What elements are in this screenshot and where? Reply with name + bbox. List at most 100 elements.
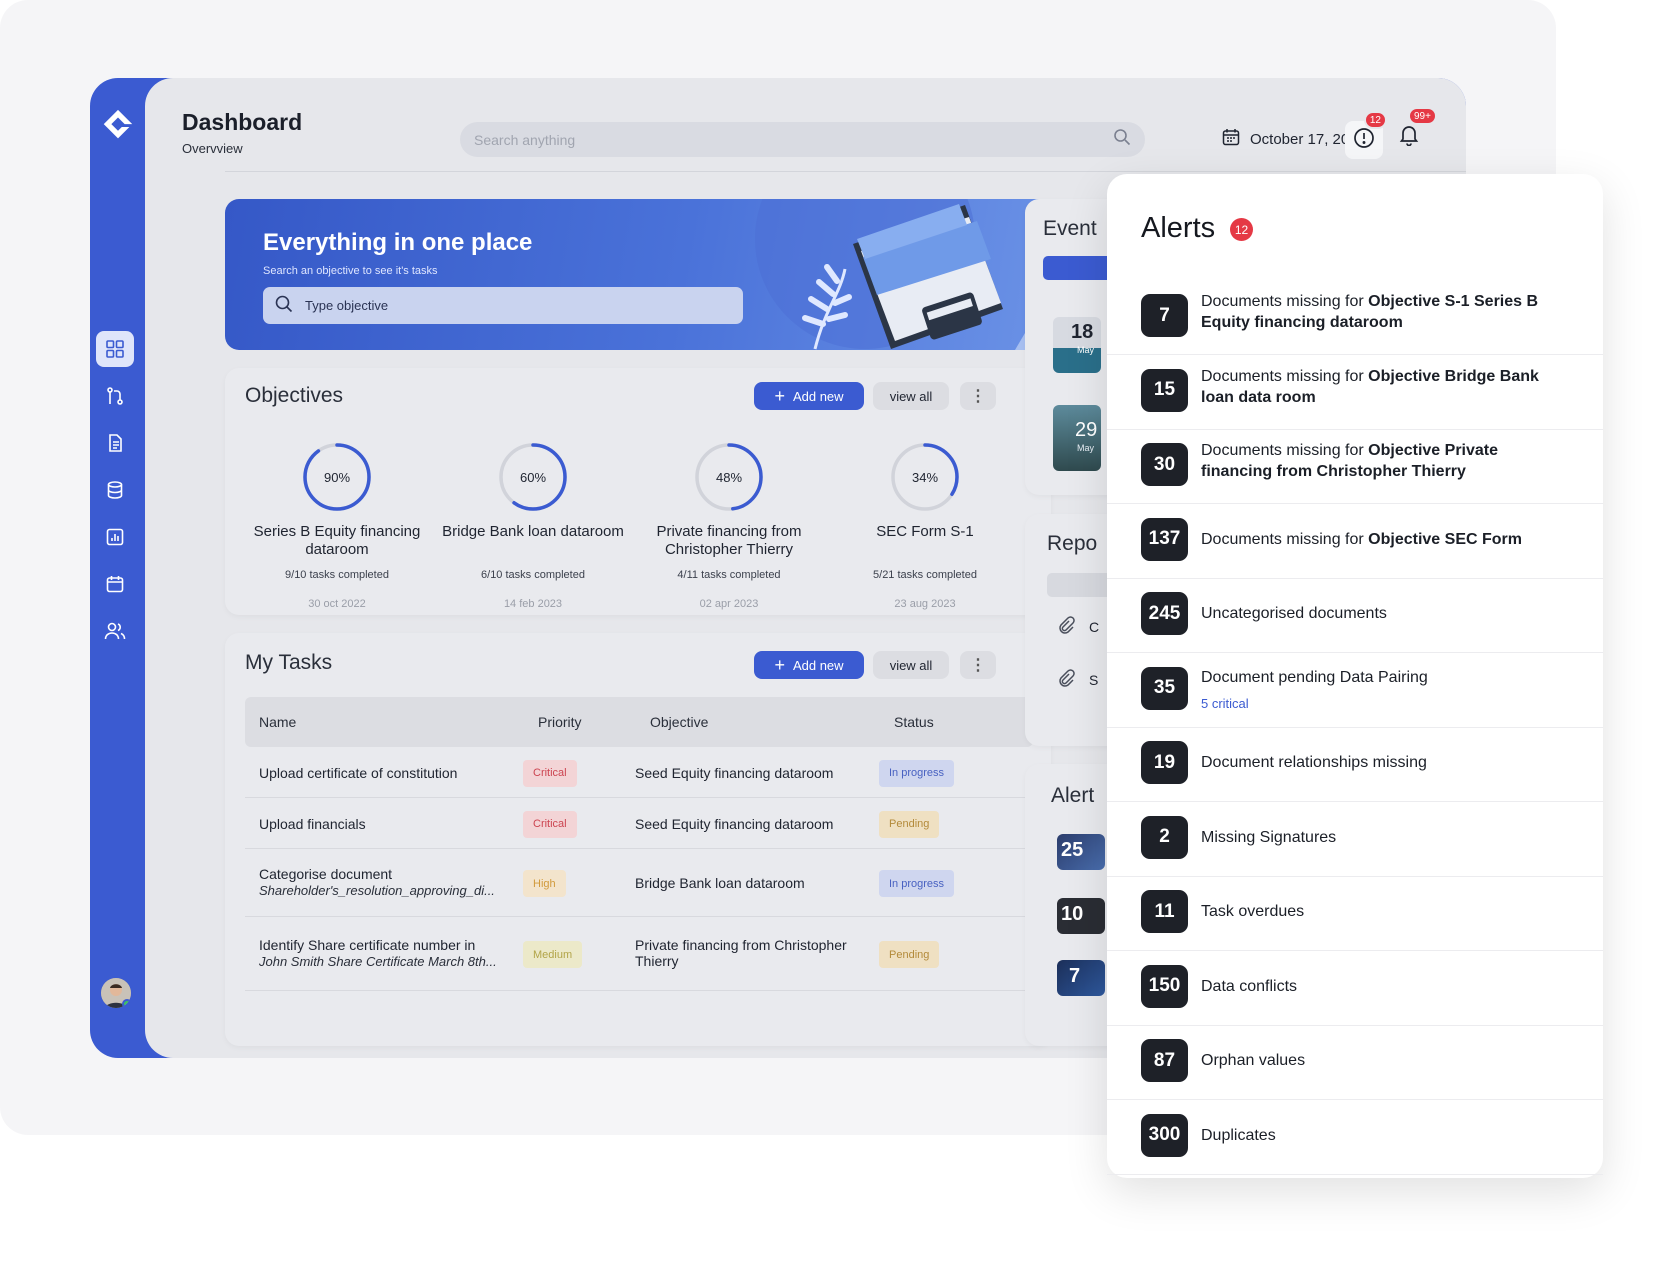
- alert-thumb[interactable]: 25: [1057, 834, 1105, 870]
- view-all-tasks-button[interactable]: view all: [873, 651, 949, 679]
- column-status[interactable]: Status: [894, 714, 934, 730]
- alert-thumb[interactable]: 7: [1057, 960, 1105, 996]
- alert-text: Documents missing for Objective Bridge B…: [1201, 367, 1539, 406]
- more-options-icon[interactable]: ⋮: [960, 651, 996, 679]
- search-bar[interactable]: [460, 122, 1145, 157]
- task-objective: Bridge Bank loan dataroom: [635, 875, 805, 891]
- objective-card[interactable]: 34% SEC Form S-1 5/21 tasks completed 23 au…: [827, 441, 1023, 610]
- table-header: Name Priority Objective Status: [245, 697, 1033, 747]
- git-compare-icon[interactable]: [96, 378, 134, 414]
- table-row[interactable]: Upload financials Critical Seed Equity fin…: [245, 798, 1033, 849]
- users-icon[interactable]: [96, 613, 134, 649]
- search-icon[interactable]: [1113, 128, 1131, 151]
- alert-text: Uncategorised documents: [1201, 605, 1387, 622]
- tasks-panel: My Tasks + Add new view all ⋮ Name Prior…: [225, 633, 1051, 1046]
- alerts-button[interactable]: 12: [1345, 111, 1387, 159]
- alert-item[interactable]: 245 Uncategorised documents: [1107, 578, 1603, 653]
- alert-thumb[interactable]: 10: [1057, 898, 1105, 934]
- alert-critical-link[interactable]: 5 critical: [1201, 696, 1249, 711]
- alert-count: 2: [1141, 815, 1188, 859]
- alert-text: Task overdues: [1201, 903, 1305, 920]
- task-objective: Private financing from Christopher Thierr…: [635, 937, 847, 969]
- progress-percent: 90%: [323, 469, 351, 485]
- reports-title: Repo: [1047, 532, 1098, 555]
- alert-item[interactable]: 7 Documents missing for Objective S-1 Ser…: [1107, 280, 1603, 355]
- alert-count: 35: [1141, 666, 1188, 710]
- view-all-objectives-button[interactable]: view all: [873, 382, 949, 410]
- objective-card[interactable]: 48% Private financing from Christopher Th…: [631, 441, 827, 610]
- alert-text: Document relationships missing: [1201, 754, 1427, 771]
- alert-count: 11: [1141, 890, 1188, 933]
- table-row[interactable]: Categorise document Shareholder's_resolut…: [245, 849, 1033, 917]
- column-name[interactable]: Name: [259, 714, 296, 730]
- progress-percent: 60%: [519, 469, 547, 485]
- status-badge: In progress: [879, 870, 955, 897]
- tasks-completed: 6/10 tasks completed: [481, 569, 585, 581]
- status-badge: Pending: [879, 810, 940, 838]
- notifications-button[interactable]: 99+: [1390, 107, 1437, 156]
- page-subtitle: Overvview: [182, 141, 243, 156]
- alert-item[interactable]: 150 Data conflicts: [1107, 951, 1603, 1026]
- alert-item[interactable]: 11 Task overdues: [1107, 876, 1603, 951]
- task-name: Categorise document Shareholder's_resolut…: [259, 866, 495, 898]
- alert-count: 87: [1141, 1039, 1188, 1082]
- table-row[interactable]: Upload certificate of constitution Critic…: [245, 747, 1033, 798]
- objective-name: SEC Form S-1: [876, 523, 974, 540]
- alert-item[interactable]: 2 Missing Signatures: [1107, 802, 1603, 877]
- alert-item[interactable]: 19 Document relationships missing: [1107, 727, 1603, 802]
- objective-card[interactable]: 60% Bridge Bank loan dataroom 6/10 tasks c…: [435, 441, 631, 610]
- alert-item[interactable]: 35 Document pending Data Pairing 5 critica…: [1107, 653, 1603, 728]
- column-priority[interactable]: Priority: [538, 714, 582, 730]
- task-name: Upload financials: [259, 815, 366, 832]
- database-icon[interactable]: [96, 472, 134, 508]
- calendar-icon: [1222, 128, 1240, 150]
- tasks-completed: 5/21 tasks completed: [873, 569, 977, 581]
- event-card[interactable]: 29 May: [1053, 405, 1101, 471]
- priority-badge: Critical: [523, 810, 577, 838]
- avatar[interactable]: [101, 978, 131, 1008]
- search-input[interactable]: [474, 131, 1074, 148]
- document-icon[interactable]: [96, 425, 134, 461]
- status-badge: Pending: [879, 941, 940, 968]
- alert-item[interactable]: 87 Orphan values: [1107, 1025, 1603, 1100]
- alert-text: Document pending Data Pairing: [1201, 668, 1428, 686]
- add-task-button[interactable]: + Add new: [754, 651, 864, 679]
- objective-date: 30 oct 2022: [308, 598, 366, 610]
- alert-item[interactable]: 15 Documents missing for Objective Bridge…: [1107, 355, 1603, 430]
- hero-heading: Everything in one place: [263, 229, 533, 256]
- alert-item[interactable]: 137 Documents missing for Objective SEC F…: [1107, 504, 1603, 579]
- add-objective-button[interactable]: + Add new: [754, 382, 864, 410]
- calendar-icon[interactable]: [96, 566, 134, 602]
- alert-item[interactable]: 30 Documents missing for Objective Privat…: [1107, 429, 1603, 504]
- alert-item[interactable]: 300 Duplicates: [1107, 1100, 1603, 1175]
- paperclip-icon: [1057, 669, 1075, 690]
- priority-badge: Critical: [523, 759, 577, 787]
- objective-name: Series B Equity financing dataroom: [253, 523, 421, 558]
- objective-date: 14 feb 2023: [503, 598, 563, 610]
- task-name: Identify Share certificate number in John…: [259, 937, 497, 969]
- table-row[interactable]: Identify Share certificate number in John…: [245, 917, 1033, 991]
- event-card[interactable]: 18 May: [1053, 317, 1101, 373]
- column-objective[interactable]: Objective: [650, 714, 708, 730]
- more-options-icon[interactable]: ⋮: [960, 382, 996, 410]
- objective-card[interactable]: 90% Series B Equity financing dataroom 9/1…: [239, 441, 435, 610]
- objective-search-input[interactable]: Type objective: [263, 287, 743, 324]
- chart-icon[interactable]: [96, 519, 134, 555]
- alert-count-badge: 12: [1363, 111, 1387, 129]
- folder-illustration: [755, 199, 1051, 350]
- report-item[interactable]: S: [1057, 669, 1098, 690]
- logo-icon[interactable]: [90, 96, 145, 156]
- report-item[interactable]: C: [1057, 616, 1099, 637]
- alert-count: 150: [1141, 964, 1188, 1008]
- priority-badge: High: [523, 870, 566, 897]
- grid-icon[interactable]: [96, 331, 134, 367]
- paperclip-icon: [1057, 616, 1075, 637]
- bell-icon: [1398, 124, 1420, 151]
- tasks-completed: 9/10 tasks completed: [285, 569, 389, 581]
- alerts-summary-title: Alert: [1051, 784, 1095, 807]
- page-title: Dashboard: [182, 109, 303, 135]
- status-badge: In progress: [879, 759, 955, 787]
- objective-search-placeholder: Type objective: [305, 298, 389, 313]
- alert-count: 30: [1141, 443, 1188, 486]
- notification-count-badge: 99+: [1408, 107, 1437, 125]
